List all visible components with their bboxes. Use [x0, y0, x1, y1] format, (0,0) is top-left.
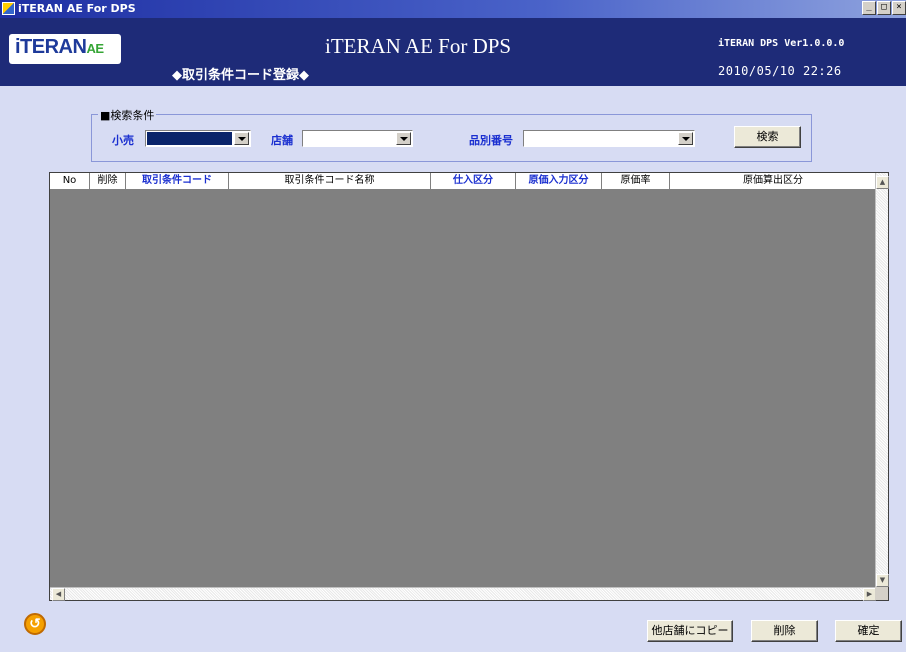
window-controls: _ □ × [862, 1, 906, 15]
store-select-value [304, 132, 394, 145]
column-header-delete[interactable]: 削除 [90, 173, 126, 190]
minimize-button[interactable]: _ [862, 1, 876, 15]
item-number-select[interactable] [523, 130, 695, 147]
copy-to-other-store-button[interactable]: 他店舗にコピー [647, 620, 733, 642]
grid-header: No 削除 取引条件コード 取引条件コード名称 仕入区分 原価入力区分 原価率 … [50, 173, 876, 190]
header-banner: iTERANAE iTERAN AE For DPS ◆取引条件コード登録◆ i… [0, 18, 906, 86]
back-arrow-icon: ↺ [29, 616, 41, 632]
back-button[interactable]: ↺ [24, 613, 46, 635]
app-logo: iTERANAE [9, 34, 121, 64]
column-header-cost-rate[interactable]: 原価率 [602, 173, 670, 190]
column-header-cost-input-type[interactable]: 原価入力区分 [516, 173, 602, 190]
item-number-select-value [525, 132, 676, 145]
vertical-scrollbar[interactable]: ▲ ▼ [875, 173, 889, 587]
search-conditions-label: ■検索条件 [98, 107, 157, 123]
column-header-no[interactable]: No [50, 173, 90, 190]
store-label: 店舗 [271, 134, 293, 147]
chevron-down-icon[interactable] [396, 132, 411, 145]
logo-text: iTERAN [15, 36, 87, 58]
version-label: iTERAN DPS Ver1.0.0.0 [718, 38, 845, 49]
chevron-down-icon[interactable] [678, 132, 693, 145]
chevron-down-icon[interactable] [234, 132, 249, 145]
screen-title: ◆取引条件コード登録◆ [172, 68, 309, 83]
confirm-button[interactable]: 確定 [835, 620, 902, 642]
scrollbar-corner [875, 587, 888, 600]
column-header-cost-calc-type[interactable]: 原価算出区分 [670, 173, 876, 190]
app-title: iTERAN AE For DPS [325, 34, 512, 58]
column-header-condition-name[interactable]: 取引条件コード名称 [229, 173, 431, 190]
app-icon [2, 2, 15, 15]
datetime-label: 2010/05/10 22:26 [718, 64, 842, 78]
logo-suffix: AE [86, 41, 104, 56]
window-title-bar: iTERAN AE For DPS _ □ × [0, 0, 906, 18]
close-button[interactable]: × [892, 1, 906, 15]
retail-label: 小売 [112, 134, 134, 147]
data-grid[interactable]: No 削除 取引条件コード 取引条件コード名称 仕入区分 原価入力区分 原価率 … [49, 172, 889, 601]
column-header-condition-code[interactable]: 取引条件コード [126, 173, 229, 190]
scroll-up-icon[interactable]: ▲ [876, 176, 889, 189]
retail-select-value [147, 132, 232, 145]
search-button[interactable]: 検索 [734, 126, 801, 148]
maximize-button[interactable]: □ [877, 1, 891, 15]
scroll-left-icon[interactable]: ◀ [52, 588, 65, 601]
window-title: iTERAN AE For DPS [18, 2, 136, 15]
scroll-down-icon[interactable]: ▼ [876, 574, 889, 587]
column-header-purchase-type[interactable]: 仕入区分 [431, 173, 516, 190]
store-select[interactable] [302, 130, 413, 147]
horizontal-scrollbar[interactable]: ◀ ▶ [50, 587, 876, 601]
delete-button[interactable]: 削除 [751, 620, 818, 642]
retail-select[interactable] [145, 130, 251, 147]
item-number-label: 品別番号 [469, 134, 513, 147]
